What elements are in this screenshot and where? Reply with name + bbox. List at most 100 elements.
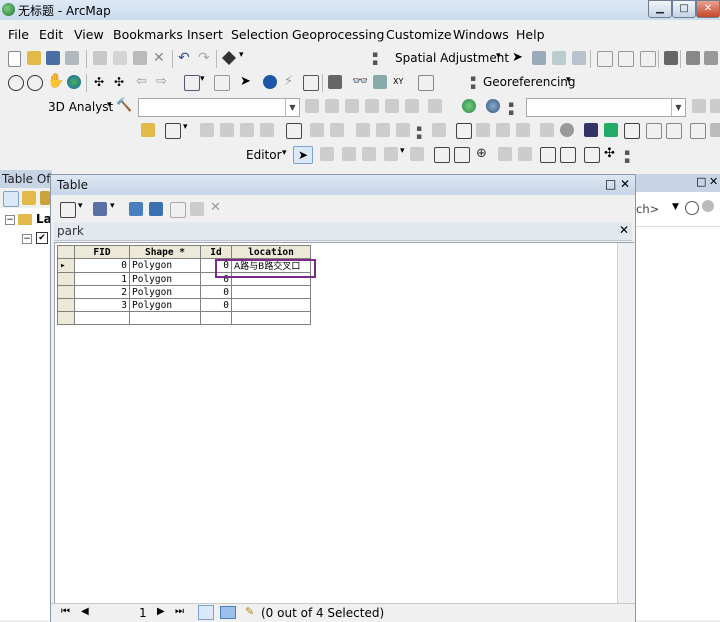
spatial-adjustment-menu[interactable]: Spatial Adjustment <box>395 51 509 65</box>
edit-tool-z-icon[interactable]: ✣ <box>604 147 618 161</box>
table-tab-park[interactable]: park ✕ <box>54 222 632 241</box>
edit-tool-6-icon[interactable] <box>310 123 324 137</box>
go-to-xy-icon[interactable]: XY <box>393 75 407 89</box>
attributes-icon[interactable] <box>540 147 556 163</box>
full-extent-icon[interactable] <box>67 75 81 89</box>
toolbar-grip-icon[interactable]: ▪ ▪ <box>372 51 378 68</box>
raster-tool-1-icon[interactable] <box>692 99 706 113</box>
new-record-row[interactable] <box>57 311 311 325</box>
table-row[interactable]: 3 Polygon 0 <box>57 298 311 312</box>
delete-selected-icon[interactable]: ✕ <box>210 201 224 215</box>
fixed-zoom-in-icon[interactable]: ✣ <box>94 75 108 89</box>
grid-icon[interactable] <box>618 51 634 67</box>
add-data-dropdown-icon[interactable]: ▾ <box>239 50 244 60</box>
maximize-button[interactable]: □ <box>672 0 696 18</box>
sketch-properties-icon[interactable] <box>560 147 576 163</box>
zoom-in-icon[interactable] <box>8 75 24 91</box>
menu-edit[interactable]: Edit <box>39 27 63 42</box>
rotate-tool-icon[interactable] <box>498 147 512 161</box>
back-extent-icon[interactable]: ⇦ <box>136 75 150 89</box>
column-header-shape[interactable]: Shape * <box>129 245 201 259</box>
3d-tool-1-icon[interactable] <box>305 99 319 113</box>
globe-icon[interactable] <box>462 99 476 113</box>
menu-help[interactable]: Help <box>516 27 545 42</box>
topology-tool-7-icon[interactable] <box>560 123 574 137</box>
html-popup-icon[interactable] <box>303 75 319 91</box>
close-button[interactable]: ✕ <box>696 0 720 18</box>
create-features-icon[interactable] <box>584 147 600 163</box>
toolbar-grip-2-icon[interactable]: ▪ ▪ <box>470 75 476 92</box>
edit-tool-4-icon[interactable] <box>260 123 274 137</box>
table-row[interactable]: 2 Polygon 0 <box>57 285 311 299</box>
row-selector[interactable] <box>57 272 75 286</box>
add-data-icon[interactable] <box>222 51 236 65</box>
3d-tool-6-icon[interactable] <box>405 99 419 113</box>
cell-fid[interactable]: 1 <box>74 272 130 286</box>
hammer-icon[interactable]: 🔨 <box>116 99 132 113</box>
menu-geoprocessing[interactable]: Geoprocessing <box>292 27 384 42</box>
find-route-icon[interactable] <box>373 75 387 89</box>
topology-tool-2-icon[interactable] <box>456 123 472 139</box>
related-tables-dropdown-icon[interactable]: ▾ <box>110 201 115 211</box>
row-selector[interactable] <box>57 285 75 299</box>
undo-icon[interactable]: ↶ <box>178 51 192 65</box>
table-icon[interactable] <box>640 51 656 67</box>
cell-id[interactable]: 0 <box>200 285 232 299</box>
table-options-dropdown-icon[interactable]: ▾ <box>78 201 83 211</box>
cell-empty[interactable] <box>200 311 232 325</box>
edit-tool-8-icon[interactable] <box>356 123 370 137</box>
reshape-feature-icon[interactable] <box>434 147 450 163</box>
zoom-out-icon[interactable] <box>27 75 43 91</box>
search-scope-dropdown-icon[interactable]: ▼ <box>672 202 679 212</box>
last-record-icon[interactable]: ⏭ <box>175 606 184 617</box>
pan-hand-icon[interactable]: ✋ <box>47 74 64 88</box>
column-header-id[interactable]: Id <box>200 245 232 259</box>
3d-tool-5-icon[interactable] <box>385 99 399 113</box>
edit-tool-5-icon[interactable] <box>286 123 302 139</box>
time-slider-icon[interactable] <box>418 75 434 91</box>
folder-icon[interactable] <box>141 123 155 137</box>
vertical-scrollbar[interactable] <box>617 243 634 604</box>
topology-tool-8-icon[interactable] <box>584 123 598 137</box>
search-options-icon[interactable] <box>702 200 714 212</box>
modify-link-icon[interactable] <box>552 51 566 65</box>
cell-empty[interactable] <box>231 311 311 325</box>
3d-tool-2-icon[interactable] <box>325 99 339 113</box>
current-record-field[interactable]: 1 <box>139 606 147 620</box>
topology-tool-1-icon[interactable] <box>432 123 446 137</box>
trace-icon[interactable] <box>384 147 398 161</box>
edit-vertices-icon[interactable] <box>320 147 334 161</box>
cell-shape[interactable]: Polygon <box>129 298 201 312</box>
list-by-visibility-icon[interactable] <box>40 191 50 205</box>
topology-tool-10-icon[interactable] <box>624 123 640 139</box>
3d-layer-combo[interactable]: ▼ <box>138 98 300 117</box>
cell-location[interactable] <box>231 285 311 299</box>
topology-tool-9-icon[interactable] <box>604 123 618 137</box>
edit-tool-2-icon[interactable] <box>220 123 234 137</box>
select-elements-icon[interactable]: ➤ <box>240 75 254 89</box>
menu-customize[interactable]: Customize <box>386 27 452 42</box>
3d-tool-4-icon[interactable] <box>365 99 379 113</box>
redo-icon[interactable]: ↷ <box>198 51 212 65</box>
end-point-arc-icon[interactable] <box>362 147 376 161</box>
previous-record-icon[interactable]: ◀ <box>81 606 89 617</box>
measure-icon[interactable] <box>328 75 342 89</box>
search-icon[interactable] <box>685 201 699 215</box>
cell-fid[interactable]: 0 <box>74 258 130 273</box>
edit-tool-9-icon[interactable] <box>376 123 390 137</box>
close-tab-icon[interactable]: ✕ <box>619 223 629 237</box>
raster-tool-2-icon[interactable] <box>710 99 720 113</box>
cell-id[interactable]: 0 <box>200 298 232 312</box>
table-window-close-icon[interactable]: ✕ <box>620 177 630 191</box>
cut-polygons-icon[interactable] <box>454 147 470 163</box>
3d-tool-3-icon[interactable] <box>345 99 359 113</box>
show-all-records-icon[interactable] <box>198 605 214 620</box>
topology-tool-3-icon[interactable] <box>476 123 490 137</box>
menu-insert[interactable]: Insert <box>187 27 223 42</box>
topology-tool-12-icon[interactable] <box>666 123 682 139</box>
cell-empty[interactable] <box>74 311 130 325</box>
view-link-table-icon[interactable] <box>597 51 613 67</box>
print-icon[interactable] <box>65 51 79 65</box>
collapse-layers-icon[interactable]: − <box>5 215 15 225</box>
edit-tool-7-icon[interactable] <box>330 123 344 137</box>
